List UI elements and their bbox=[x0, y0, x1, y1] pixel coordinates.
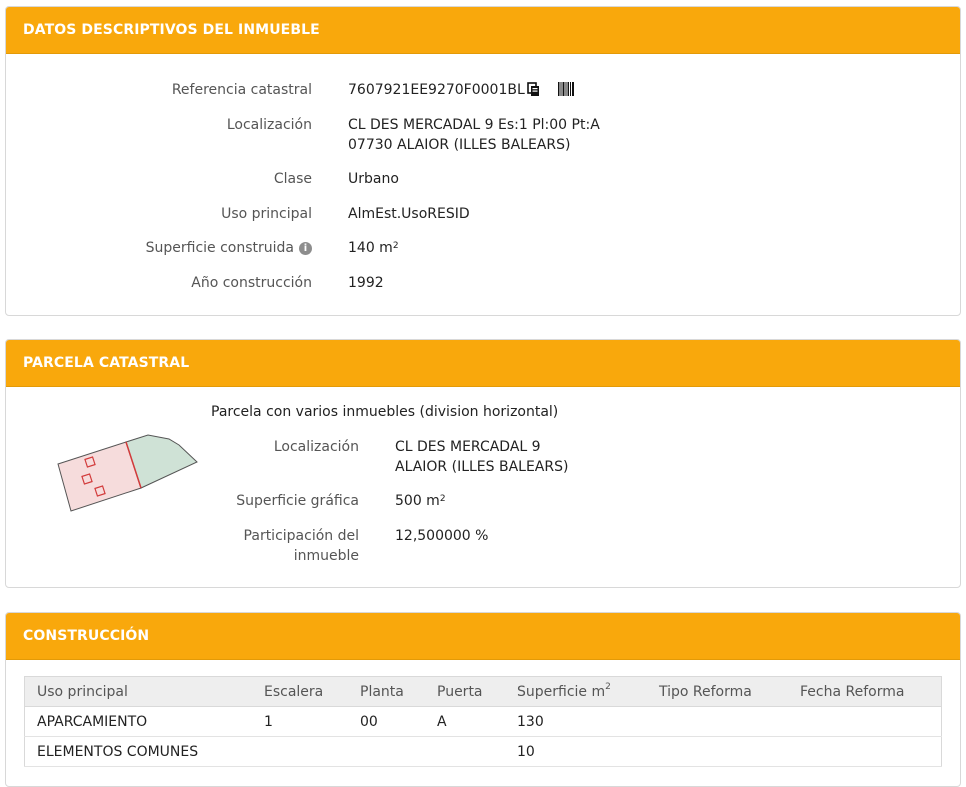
column-header: Uso principal bbox=[24, 676, 252, 707]
column-header: Planta bbox=[348, 676, 425, 707]
copy-icon[interactable] bbox=[527, 82, 541, 98]
table-cell bbox=[348, 736, 425, 767]
superficie-construida-unit: 2 bbox=[392, 241, 399, 251]
clase-value: Urbano bbox=[348, 171, 399, 187]
table-cell bbox=[425, 736, 505, 767]
construccion-panel: CONSTRUCCIÓN Uso principal Escalera Plan… bbox=[5, 612, 961, 787]
parcela-localizacion-label: Localización bbox=[273, 439, 359, 455]
table-cell bbox=[252, 736, 348, 767]
participacion-value: 12,500000 % bbox=[395, 528, 489, 544]
parcela-localizacion-line1: CL DES MERCADAL 9 bbox=[395, 439, 541, 455]
localizacion-line2: 07730 ALAIOR (ILLES BALEARS) bbox=[348, 137, 571, 153]
table-cell bbox=[647, 706, 788, 737]
column-header: Fecha Reforma bbox=[788, 676, 942, 707]
referencia-label: Referencia catastral bbox=[171, 82, 312, 98]
localizacion-label: Localización bbox=[226, 117, 312, 133]
parcel-map-image[interactable] bbox=[54, 432, 204, 517]
localizacion-line1: CL DES MERCADAL 9 Es:1 Pl:00 Pt:A bbox=[348, 117, 600, 133]
superficie-grafica-value: 500 m2 bbox=[395, 491, 446, 511]
uso-principal-value: AlmEst.UsoRESID bbox=[348, 206, 470, 222]
table-cell: 10 bbox=[505, 736, 647, 767]
datos-panel-title: DATOS DESCRIPTIVOS DEL INMUEBLE bbox=[6, 7, 960, 54]
datos-panel: DATOS DESCRIPTIVOS DEL INMUEBLE Referenc… bbox=[5, 6, 961, 316]
table-header-row: Uso principal Escalera Planta Puerta Sup… bbox=[24, 676, 942, 707]
superficie-grafica-unit: 2 bbox=[439, 494, 446, 504]
column-header: Superficie m2 bbox=[505, 676, 647, 707]
table-cell bbox=[647, 736, 788, 767]
table-cell: A bbox=[425, 706, 505, 737]
superficie-construida-value: 140 m2 bbox=[348, 238, 399, 258]
referencia-value: 7607921EE9270F0001BL bbox=[348, 82, 525, 98]
superficie-construida-label: Superficie construida i bbox=[146, 238, 312, 258]
column-header: Puerta bbox=[425, 676, 505, 707]
table-row: APARCAMIENTO 1 00 A 130 bbox=[24, 706, 942, 737]
info-icon[interactable]: i bbox=[299, 241, 312, 255]
table-cell: 1 bbox=[252, 706, 348, 737]
table-row: ELEMENTOS COMUNES 10 bbox=[24, 736, 942, 767]
superficie-construida-number: 140 m bbox=[348, 240, 393, 256]
table-cell bbox=[788, 736, 942, 767]
parcela-subtitle: Parcela con varios inmuebles (division h… bbox=[211, 404, 559, 420]
participacion-label-line1: Participación del bbox=[243, 528, 359, 544]
uso-principal-label: Uso principal bbox=[221, 206, 312, 222]
superficie-construida-text: Superficie construida bbox=[145, 240, 294, 256]
table-cell: 00 bbox=[348, 706, 425, 737]
column-header-unit: 2 bbox=[605, 681, 611, 692]
superficie-grafica-label: Superficie gráfica bbox=[236, 493, 359, 509]
participacion-label-line2: inmueble bbox=[293, 548, 359, 564]
construccion-panel-title: CONSTRUCCIÓN bbox=[6, 613, 960, 660]
table-cell: ELEMENTOS COMUNES bbox=[24, 736, 252, 767]
anio-construccion-value: 1992 bbox=[348, 275, 384, 291]
column-header: Tipo Reforma bbox=[647, 676, 788, 707]
superficie-grafica-number: 500 m bbox=[395, 493, 440, 509]
column-header: Escalera bbox=[252, 676, 348, 707]
parcela-panel-title: PARCELA CATASTRAL bbox=[6, 340, 960, 387]
clase-label: Clase bbox=[273, 171, 312, 187]
barcode-icon[interactable] bbox=[558, 81, 574, 97]
table-cell: APARCAMIENTO bbox=[24, 706, 252, 737]
anio-construccion-label: Año construcción bbox=[191, 275, 312, 291]
table-cell: 130 bbox=[505, 706, 647, 737]
table-cell bbox=[788, 706, 942, 737]
parcela-localizacion-line2: ALAIOR (ILLES BALEARS) bbox=[395, 459, 569, 475]
parcela-panel: PARCELA CATASTRAL Parcela con varios inm… bbox=[5, 339, 961, 588]
construccion-table: Uso principal Escalera Planta Puerta Sup… bbox=[24, 676, 942, 767]
column-header-text: Superficie m bbox=[517, 683, 606, 700]
